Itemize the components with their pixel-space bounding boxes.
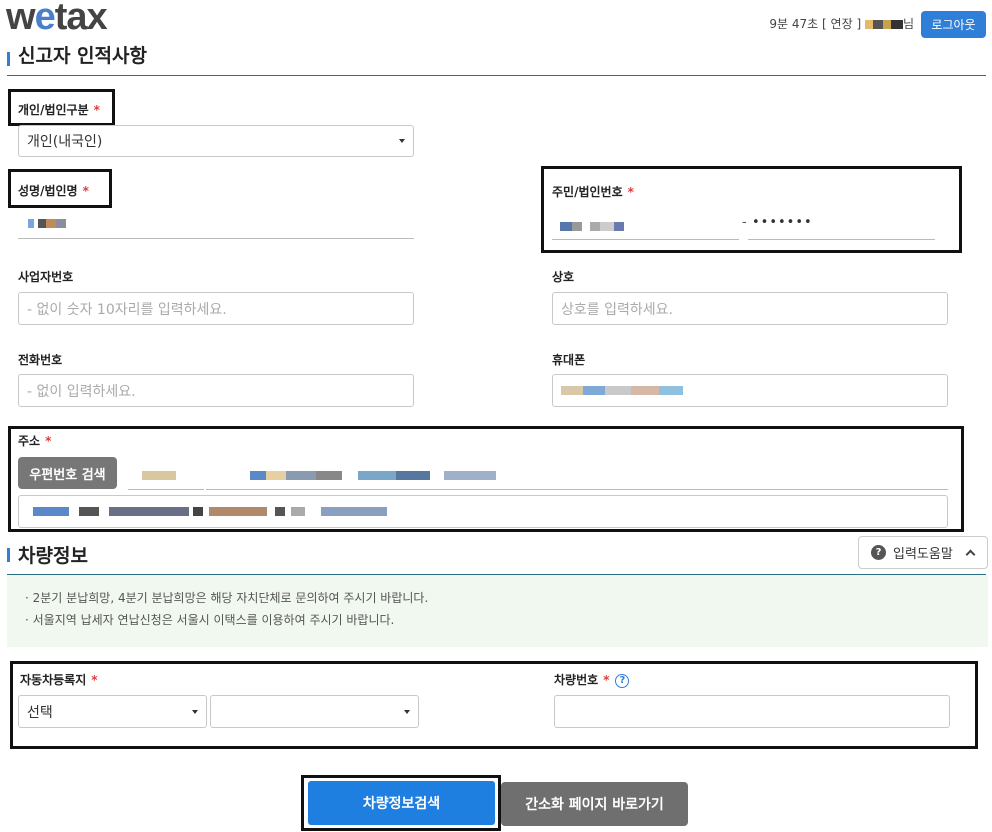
notice-line: · 2분기 분납희망, 4분기 분납희망은 해당 자치단체로 문의하여 주시기 … — [25, 591, 429, 605]
person-type-select[interactable]: 개인(내국인) — [18, 125, 414, 157]
address-detail-input[interactable] — [18, 495, 948, 528]
id-dash: - — [742, 215, 747, 230]
session-info: 9분 47초 [ 연장 ] 님 — [769, 15, 914, 32]
section-marker — [7, 52, 10, 66]
user-suffix: 님 — [902, 17, 914, 31]
help-icon[interactable]: ? — [615, 673, 630, 688]
biz-number-label: 사업자번호 — [18, 270, 74, 284]
reporter-section-title: 신고자 인적사항 — [18, 45, 147, 67]
id-number-front-field[interactable] — [552, 208, 739, 240]
person-type-label: 개인/법인구분 * — [18, 103, 100, 117]
question-icon: ? — [871, 545, 886, 560]
address-detail-value — [33, 504, 387, 520]
zipcode-field[interactable] — [128, 457, 204, 490]
id-back-value: ••••••• — [752, 215, 813, 230]
input-help-label: 입력도움말 — [893, 547, 953, 562]
section-marker — [7, 548, 10, 562]
phone-input[interactable]: - 없이 입력하세요. — [18, 374, 414, 407]
name-value — [28, 216, 66, 231]
mobile-value — [561, 383, 683, 399]
id-front-value — [560, 219, 624, 234]
region-select-1[interactable]: 선택 — [18, 695, 207, 728]
address-label: 주소 * — [18, 434, 52, 448]
logo-text-w: w — [6, 0, 36, 38]
chevron-up-icon — [965, 549, 976, 560]
plate-number-label: 차량번호 *? — [554, 671, 630, 688]
logo-text-tax: tax — [54, 0, 108, 38]
chevron-down-icon — [192, 709, 198, 714]
plate-number-input[interactable] — [554, 695, 950, 728]
registration-region-label: 자동차등록지 * — [20, 673, 98, 687]
logout-button[interactable]: 로그아웃 — [921, 11, 986, 38]
vehicle-search-button[interactable]: 차량정보검색 — [308, 781, 495, 825]
company-input[interactable]: 상호를 입력하세요. — [552, 292, 948, 325]
mobile-label: 휴대폰 — [552, 353, 586, 367]
company-label: 상호 — [552, 270, 575, 284]
notice-line: · 서울지역 납세자 연납신청은 서울시 이택스를 이용하여 주시기 바랍니다. — [25, 613, 395, 627]
wetax-logo: wetax — [6, 0, 108, 39]
id-number-label: 주민/법인번호 * — [552, 185, 634, 199]
name-label: 성명/법인명 * — [18, 184, 89, 198]
id-number-back-field[interactable]: ••••••• — [748, 208, 935, 240]
session-timer: 9분 47초 — [769, 17, 819, 31]
zipcode-value — [142, 468, 176, 483]
user-name — [864, 17, 903, 31]
section-divider — [7, 75, 986, 76]
biz-number-input[interactable]: - 없이 숫자 10자리를 입력하세요. — [18, 292, 414, 325]
chevron-down-icon — [399, 139, 405, 143]
input-help-button[interactable]: ? 입력도움말 — [858, 536, 988, 569]
region-select-2[interactable] — [210, 695, 419, 728]
zip-search-button[interactable]: 우편번호 검색 — [18, 457, 117, 489]
vehicle-section-title: 차량정보 — [18, 545, 88, 567]
chevron-down-icon — [404, 709, 410, 714]
address-main-value — [250, 468, 496, 483]
person-type-value: 개인(내국인) — [27, 134, 103, 150]
name-field[interactable] — [18, 205, 414, 239]
address-main-field[interactable] — [206, 457, 948, 490]
logo-text-e: e — [34, 0, 56, 38]
region-select-1-value: 선택 — [27, 704, 53, 721]
mobile-input[interactable] — [552, 374, 948, 407]
notice-box: · 2분기 분납희망, 4분기 분납희망은 해당 자치단체로 문의하여 주시기 … — [7, 575, 988, 647]
phone-label: 전화번호 — [18, 353, 63, 367]
extend-session-link[interactable]: [ 연장 ] — [822, 17, 861, 31]
simple-page-button[interactable]: 간소화 페이지 바로가기 — [501, 782, 688, 826]
